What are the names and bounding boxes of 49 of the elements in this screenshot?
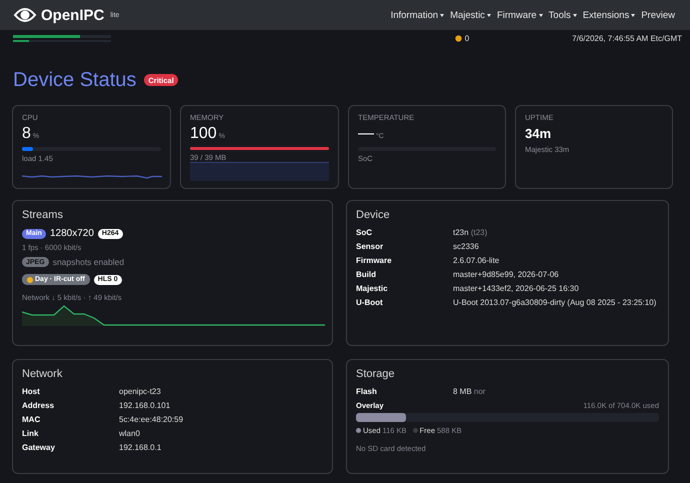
stat-value: — [358,125,374,142]
stream-resolution: 1280x720 [50,228,94,239]
field-value: master+1433ef2, 2026-06-25 16:30 [453,284,579,293]
field-note: (t23) [470,228,488,237]
nav-menu-item[interactable]: Majestic [447,6,494,24]
eye-logo-icon [13,5,37,25]
field-label: Host [22,387,41,396]
field-value: 5c:4e:ee:48:20:59 [119,415,184,424]
field-value: 192.168.0.101 [119,401,170,410]
alert-count: 0 [464,34,470,43]
field-value: sc2336 [453,242,479,251]
field-value: master+9d85e99, 2026-07-06 [453,270,559,279]
field-label: Gateway [22,443,56,452]
field-note: nor [474,387,486,396]
card-title: Storage [356,368,396,380]
nav-menu-item[interactable]: Firmware [494,6,546,24]
stat-value: 100 [190,125,217,142]
field-label: Firmware [356,256,393,265]
field-value: wlan0 [119,429,140,438]
field-label: Majestic [356,284,389,293]
field-value: U-Boot 2013.07-g6a30809-dirty (Aug 08 2025 - 23:25:10) [453,298,656,307]
page-title: Device Status [13,68,136,92]
field-label: MAC [22,415,42,424]
field-label: Address [22,401,56,410]
nav-menu-item[interactable]: Information [388,6,448,24]
stat-value: 8 [22,125,31,142]
sun-icon [27,276,33,282]
field-value: 8 MB [453,387,472,396]
brand-name[interactable]: OpenIPC [41,6,104,24]
field-value: 192.168.0.1 [119,443,162,452]
field-label: Build [356,270,377,279]
stat-value: 34m [525,126,552,141]
sun-icon [454,35,462,42]
nav-menu-item[interactable]: Tools [546,6,580,24]
nav-menu-item[interactable]: Preview [638,6,678,24]
field-value: openipc-t23 [119,387,161,396]
date-time: 7/6/2026, 7:46:55 AM Etc/GMT [572,34,682,43]
card-title: Network [22,368,64,380]
snapshot-status: snapshots enabled [52,257,124,267]
field-value: t23n [453,228,469,237]
field-label: U-Boot [356,298,384,307]
field-label: SoC [356,228,373,237]
field-label: Flash [356,387,378,396]
field-label: Link [22,429,40,438]
card-title: Streams [22,209,64,221]
field-value: 2.6.07.06-lite [453,256,500,265]
nav-menu-item[interactable]: Extensions [580,6,638,24]
card-title: Device [356,209,391,221]
field-label: Sensor [356,242,384,251]
